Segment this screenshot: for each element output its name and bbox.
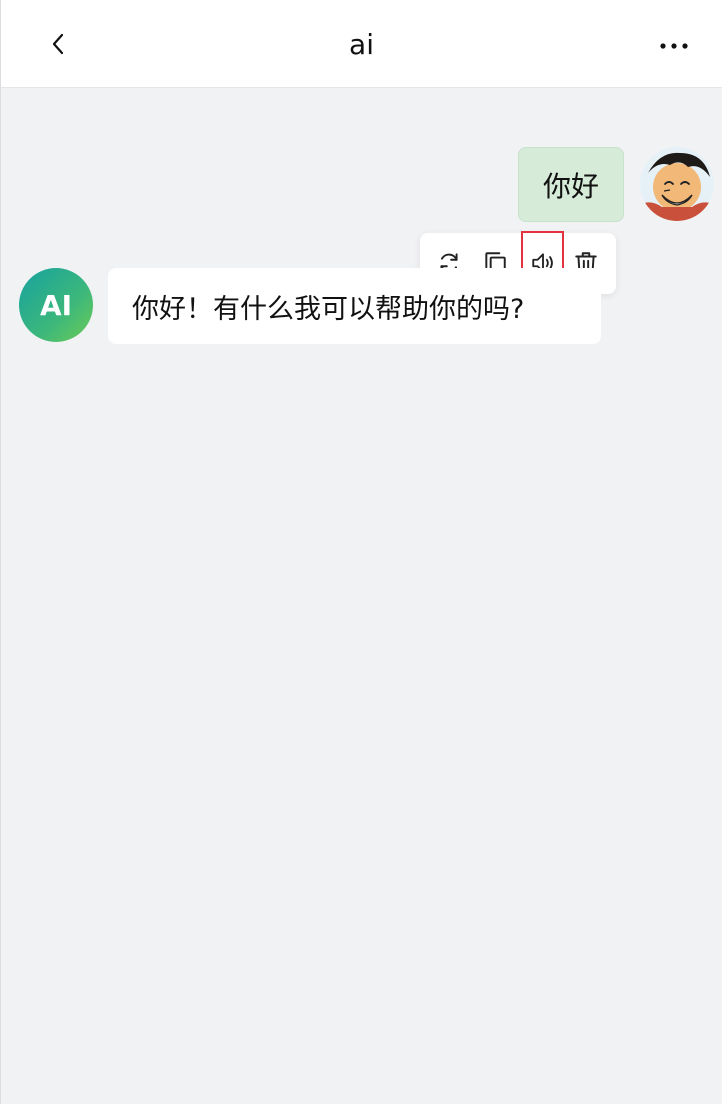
more-button[interactable] — [652, 24, 696, 68]
user-message-bubble[interactable]: 你好 — [518, 147, 624, 222]
cartoon-avatar — [640, 147, 714, 221]
more-horizontal-icon — [660, 43, 688, 49]
chat-screen: ai 你好 AI 你好！有什么我可以帮助你的吗? — [0, 0, 722, 1104]
ai-message-bubble[interactable]: 你好！有什么我可以帮助你的吗? — [108, 268, 601, 344]
ai-avatar[interactable]: AI — [19, 268, 93, 342]
header: ai — [1, 0, 722, 88]
page-title: ai — [349, 28, 374, 61]
ai-avatar-label: AI — [39, 288, 73, 322]
ai-message-text: 你好！有什么我可以帮助你的吗? — [132, 293, 525, 325]
user-avatar[interactable] — [640, 147, 714, 221]
